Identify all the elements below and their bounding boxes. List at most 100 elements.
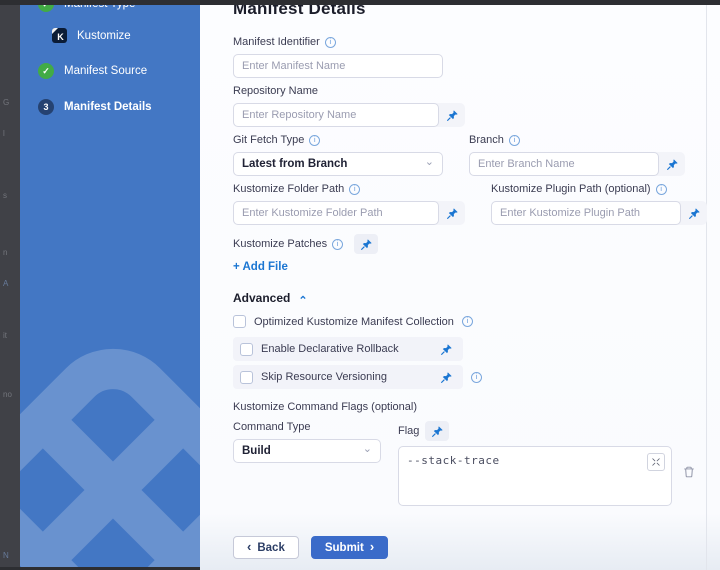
runtime-input-pin-icon[interactable] (681, 201, 707, 225)
page-title: Manifest Details (233, 5, 720, 19)
manifest-details-panel: Manifest Details Manifest Identifier i R… (200, 5, 720, 570)
checkbox-label: Optimized Kustomize Manifest Collection (254, 316, 454, 328)
skip-versioning-row: Skip Resource Versioning (233, 365, 463, 389)
selected-value: Build (242, 445, 271, 457)
chevron-up-icon: ⌃ (298, 294, 307, 307)
info-icon[interactable]: i (471, 372, 482, 383)
sidebar-step-kustomize[interactable]: K Kustomize (20, 28, 200, 43)
backdrop-text-fragment: n (3, 248, 7, 257)
command-flags-section-label: Kustomize Command Flags (optional) (233, 401, 720, 413)
checkbox-label: Enable Declarative Rollback (261, 343, 399, 355)
manifest-identifier-label: Manifest Identifier i (233, 36, 720, 48)
chevron-left-icon: ‹ (247, 539, 251, 554)
field-git-fetch-type: Git Fetch Type i Latest from Branch ⌄ (233, 134, 443, 176)
backdrop-text-fragment: no (3, 390, 12, 399)
command-type-label: Command Type (233, 421, 381, 433)
runtime-input-pin-icon[interactable] (354, 234, 378, 254)
repository-name-input[interactable] (233, 103, 439, 127)
label-text: Command Type (233, 421, 310, 433)
delete-flag-icon[interactable] (682, 465, 696, 506)
info-icon[interactable]: i (325, 37, 336, 48)
label-text: Manifest Identifier (233, 36, 320, 48)
advanced-label: Advanced (233, 291, 290, 305)
kustomize-folder-path-input[interactable] (233, 201, 439, 225)
declarative-rollback-checkbox[interactable] (240, 343, 253, 356)
info-icon[interactable]: i (332, 239, 343, 250)
info-icon[interactable]: i (309, 135, 320, 146)
optimized-collection-row: Optimized Kustomize Manifest Collection … (233, 315, 720, 328)
harness-logo-watermark (20, 335, 200, 567)
chevron-down-icon: ⌄ (363, 444, 372, 455)
field-command-type: Command Type Build ⌄ (233, 421, 381, 506)
step-label: Manifest Details (64, 101, 152, 113)
backdrop-text-fragment: G (3, 98, 9, 107)
submit-button-label: Submit (325, 542, 364, 554)
advanced-section-toggle[interactable]: Advanced ⌃ (233, 291, 308, 305)
runtime-input-pin-icon[interactable] (439, 103, 465, 127)
runtime-input-pin-icon[interactable] (436, 343, 456, 356)
label-text: Kustomize Folder Path (233, 183, 344, 195)
stepper-sidebar: ✓ Manifest Type K Kustomize ✓ Manifest S… (20, 5, 200, 567)
runtime-input-pin-icon[interactable] (425, 421, 449, 441)
field-manifest-identifier: Manifest Identifier i (233, 36, 720, 78)
info-icon[interactable]: i (509, 135, 520, 146)
runtime-input-pin-icon[interactable] (439, 201, 465, 225)
backdrop-text-fragment: it (3, 331, 7, 340)
field-kustomize-patches: Kustomize Patches i + Add File (233, 234, 720, 273)
kustomize-plugin-path-label: Kustomize Plugin Path (optional) i (491, 183, 707, 195)
runtime-input-pin-icon[interactable] (659, 152, 685, 176)
label-text: Kustomize Plugin Path (optional) (491, 183, 651, 195)
declarative-rollback-row: Enable Declarative Rollback (233, 337, 463, 361)
label-text: Repository Name (233, 85, 318, 97)
flag-value: --stack-trace (407, 454, 500, 467)
chevron-down-icon: ⌄ (425, 157, 434, 168)
branch-label: Branch i (469, 134, 685, 146)
backdrop-text-fragment: s (3, 191, 7, 200)
field-kustomize-folder-path: Kustomize Folder Path i (233, 183, 465, 225)
dimmed-page-left-strip: G l s n A it no N (0, 0, 20, 570)
add-file-button[interactable]: + Add File (233, 261, 288, 273)
info-icon[interactable]: i (462, 316, 473, 327)
backdrop-text-fragment: l (3, 129, 5, 138)
check-circle-icon: ✓ (38, 5, 54, 12)
label-text: Git Fetch Type (233, 134, 304, 146)
backdrop-text-fragment: A (3, 279, 8, 288)
kustomize-letter: K (57, 32, 64, 42)
field-kustomize-plugin-path: Kustomize Plugin Path (optional) i (491, 183, 707, 225)
chevron-right-icon: › (370, 539, 374, 554)
optimized-collection-checkbox[interactable] (233, 315, 246, 328)
label-text: Kustomize Patches (233, 238, 327, 250)
command-type-select[interactable]: Build ⌄ (233, 439, 381, 463)
git-fetch-type-select[interactable]: Latest from Branch ⌄ (233, 152, 443, 176)
label-text: Branch (469, 134, 504, 146)
submit-button[interactable]: Submit › (311, 536, 388, 559)
skip-versioning-checkbox[interactable] (240, 371, 253, 384)
selected-value: Latest from Branch (242, 158, 347, 170)
kustomize-icon: K (52, 28, 67, 43)
kustomize-patches-label: Kustomize Patches i (233, 234, 720, 254)
step-label: Manifest Type (64, 5, 135, 10)
step-label: Kustomize (77, 30, 131, 42)
field-repository-name: Repository Name (233, 85, 720, 127)
sidebar-step-manifest-type[interactable]: ✓ Manifest Type (20, 5, 200, 12)
info-icon[interactable]: i (349, 184, 360, 195)
field-flag: Flag --stack-trace (398, 421, 696, 506)
branch-input[interactable] (469, 152, 659, 176)
check-circle-icon: ✓ (38, 63, 54, 79)
back-button[interactable]: ‹ Back (233, 536, 299, 559)
sidebar-step-manifest-details[interactable]: 3 Manifest Details (20, 99, 200, 115)
step-label: Manifest Source (64, 65, 147, 77)
kustomize-plugin-path-input[interactable] (491, 201, 681, 225)
kustomize-folder-path-label: Kustomize Folder Path i (233, 183, 465, 195)
info-icon[interactable]: i (656, 184, 667, 195)
manifest-identifier-input[interactable] (233, 54, 443, 78)
git-fetch-type-label: Git Fetch Type i (233, 134, 443, 146)
sidebar-step-manifest-source[interactable]: ✓ Manifest Source (20, 63, 200, 79)
expand-editor-icon[interactable] (647, 453, 665, 471)
runtime-input-pin-icon[interactable] (436, 371, 456, 384)
step-number-icon: 3 (38, 99, 54, 115)
flag-textarea[interactable]: --stack-trace (398, 446, 672, 506)
flag-label: Flag (398, 425, 419, 437)
checkbox-label: Skip Resource Versioning (261, 371, 387, 383)
dimmed-page-top-strip (0, 0, 720, 5)
